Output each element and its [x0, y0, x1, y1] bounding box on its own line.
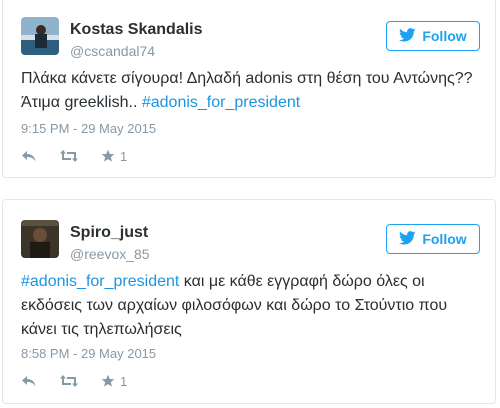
star-icon: [101, 149, 115, 163]
avatar[interactable]: [21, 220, 59, 258]
hashtag-link[interactable]: #adonis_for_president: [142, 94, 300, 111]
bird-icon: [399, 230, 416, 248]
favorite-button[interactable]: 1: [101, 374, 127, 389]
bird-icon: [399, 27, 416, 45]
tweet-text-line: εκδόσεις των αρχαίων φιλοσόφων και δώρο …: [21, 297, 448, 314]
reply-icon: [21, 374, 37, 388]
timestamp[interactable]: 8:58 PM - 29 May 2015: [21, 346, 156, 361]
follow-button[interactable]: Follow: [386, 21, 480, 51]
follow-button[interactable]: Follow: [386, 224, 480, 254]
tweet-text-line: κάνει τις τηλεπωλήσεις: [21, 321, 182, 338]
tweet-card: Kostas Skandalis @cscandal74 Follow Πλάκ…: [2, 0, 496, 178]
reply-button[interactable]: [21, 149, 37, 163]
tweet-actions: 1: [21, 372, 149, 390]
favorite-button[interactable]: 1: [101, 149, 127, 164]
follow-label: Follow: [422, 231, 467, 247]
follow-label: Follow: [422, 28, 467, 44]
tweet-text-line: Άτιμα greeklish..: [21, 94, 142, 111]
reply-button[interactable]: [21, 374, 37, 388]
tweet-text: Πλάκα κάνετε σίγουρα! Δηλαδή adonis στη …: [21, 67, 491, 115]
display-name[interactable]: Spiro_just: [70, 224, 148, 242]
hashtag-link[interactable]: #adonis_for_president: [21, 273, 179, 290]
tweet-actions: 1: [21, 147, 149, 165]
favorite-count: 1: [120, 148, 128, 164]
avatar[interactable]: [21, 17, 59, 55]
timestamp[interactable]: 9:15 PM - 29 May 2015: [21, 121, 156, 136]
retweet-button[interactable]: [59, 149, 79, 163]
tweet-text: #adonis_for_president και με κάθε εγγραφ…: [21, 270, 491, 342]
reply-icon: [21, 149, 37, 163]
favorite-count: 1: [120, 373, 128, 389]
star-icon: [101, 374, 115, 388]
tweet-text-line: και με κάθε εγγραφή δώρο όλες οι: [179, 273, 425, 290]
tweet-card: Spiro_just @reevox_85 Follow #adonis_for…: [2, 199, 496, 404]
retweet-icon: [59, 149, 79, 163]
username[interactable]: @reevox_85: [70, 246, 150, 262]
retweet-icon: [59, 374, 79, 388]
username[interactable]: @cscandal74: [70, 43, 155, 59]
retweet-button[interactable]: [59, 374, 79, 388]
display-name[interactable]: Kostas Skandalis: [70, 21, 203, 39]
tweet-text-line: Πλάκα κάνετε σίγουρα! Δηλαδή adonis στη …: [21, 70, 473, 87]
